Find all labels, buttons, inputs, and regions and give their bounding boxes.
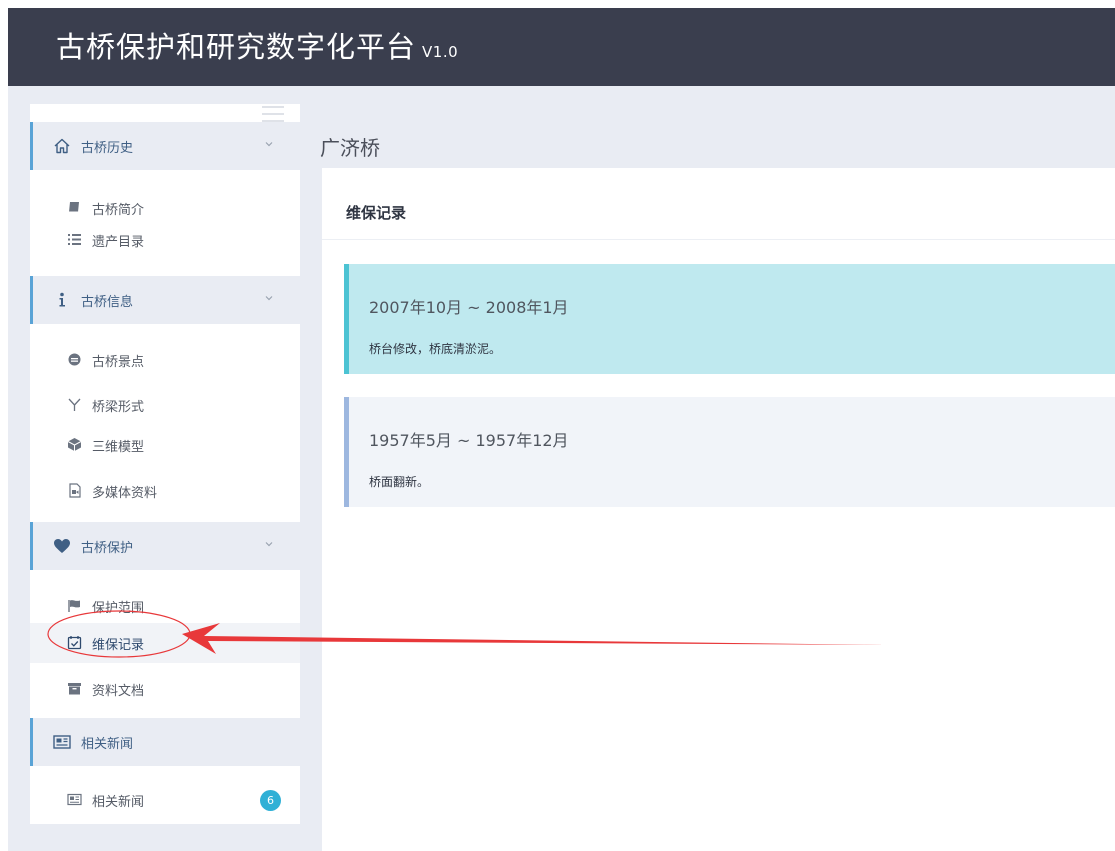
record-date: 1957年5月 ~ 1957年12月: [369, 431, 569, 450]
app-title-text: 古桥保护和研究数字化平台: [56, 30, 417, 64]
sidebar-section-news[interactable]: 相关新闻: [30, 718, 300, 766]
sidebar-section-protection[interactable]: 古桥保护: [30, 522, 300, 570]
sidebar-item-label: 维保记录: [92, 638, 145, 653]
top-header: 古桥保护和研究数字化平台 V1.0: [8, 8, 1115, 86]
sidebar-item-label: 桥梁形式: [92, 400, 145, 415]
sidebar-item-news[interactable]: 相关新闻 6: [30, 780, 300, 820]
app-version: V1.0: [422, 43, 459, 61]
panel-title: 维保记录: [346, 204, 407, 222]
record-description: 桥台修改，桥底清淤泥。: [369, 342, 502, 356]
sidebar-section-label: 古桥信息: [81, 295, 134, 310]
content-panel: 维保记录 2007年10月 ~ 2008年1月 桥台修改，桥底清淤泥。 1957…: [322, 168, 1115, 851]
sidebar-item-label: 三维模型: [92, 440, 145, 455]
sidebar-item-heritage-catalog[interactable]: 遗产目录: [30, 220, 300, 260]
record-description: 桥面翻新。: [369, 475, 430, 489]
scenic-spot-icon: [68, 353, 81, 366]
app-title: 古桥保护和研究数字化平台 V1.0: [56, 24, 458, 66]
sidebar-item-label: 古桥景点: [92, 355, 145, 370]
heart-icon: [54, 539, 70, 553]
sidebar-item-label: 保护范围: [92, 601, 145, 616]
panel-header: 维保记录: [322, 168, 1115, 240]
menu-toggle-icon[interactable]: [262, 104, 284, 124]
sidebar-item-protection-scope[interactable]: 保护范围: [30, 586, 300, 626]
list-icon: [68, 234, 81, 245]
fork-icon: [68, 398, 81, 411]
home-icon: [54, 138, 70, 154]
newspaper-icon: [53, 735, 71, 749]
chevron-down-icon: [265, 296, 273, 301]
news-count-badge: 6: [260, 790, 281, 811]
sidebar-section-history[interactable]: 古桥历史: [30, 122, 300, 170]
chevron-down-icon: [265, 542, 273, 547]
archive-icon: [68, 683, 81, 695]
cube-icon: [67, 438, 82, 451]
record-date: 2007年10月 ~ 2008年1月: [369, 298, 569, 317]
sidebar-section-label: 古桥保护: [81, 541, 134, 556]
book-icon: [69, 202, 79, 213]
record-card: 1957年5月 ~ 1957年12月 桥面翻新。: [344, 397, 1115, 507]
sidebar-item-label: 相关新闻: [92, 795, 145, 810]
sidebar-item-label: 古桥简介: [92, 203, 145, 218]
sidebar-section-label: 相关新闻: [81, 737, 134, 752]
calendar-check-icon: [67, 636, 82, 650]
app-window: 古桥保护和研究数字化平台 V1.0 古桥历史 古桥简介 遗产目录 古桥信息 古桥景…: [8, 8, 1115, 851]
sidebar: 古桥历史 古桥简介 遗产目录 古桥信息 古桥景点 桥梁形式 三维模型 多媒体资料…: [30, 104, 300, 824]
sidebar-item-scenic-spots[interactable]: 古桥景点: [30, 340, 300, 380]
flag-icon: [68, 600, 80, 612]
info-icon: [59, 292, 65, 307]
sidebar-item-bridge-forms[interactable]: 桥梁形式: [30, 385, 300, 425]
sidebar-item-label: 遗产目录: [92, 235, 145, 250]
sidebar-item-multimedia[interactable]: 多媒体资料: [30, 471, 300, 511]
sidebar-item-documents[interactable]: 资料文档: [30, 669, 300, 709]
record-card: 2007年10月 ~ 2008年1月 桥台修改，桥底清淤泥。: [344, 264, 1115, 374]
newspaper-icon: [67, 793, 82, 806]
sidebar-item-label: 资料文档: [92, 684, 145, 699]
sidebar-section-info[interactable]: 古桥信息: [30, 276, 300, 324]
chevron-down-icon: [265, 142, 273, 147]
sidebar-section-label: 古桥历史: [81, 141, 134, 156]
page-title: 广济桥: [320, 136, 380, 160]
sidebar-item-label: 多媒体资料: [92, 486, 158, 501]
sidebar-item-3d-model[interactable]: 三维模型: [30, 425, 300, 465]
media-file-icon: [69, 483, 81, 498]
sidebar-item-maintenance-records[interactable]: 维保记录: [30, 623, 300, 663]
